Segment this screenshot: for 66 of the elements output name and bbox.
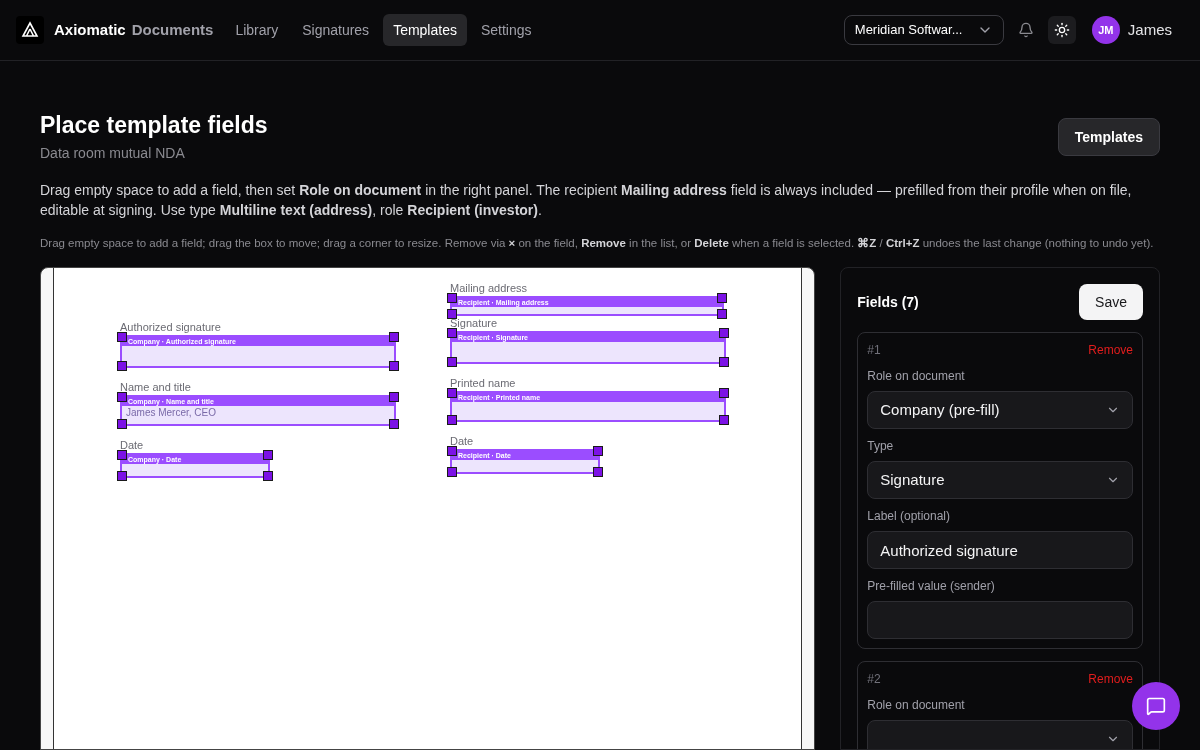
select-field[interactable]: Company (pre-fill) bbox=[867, 391, 1133, 429]
nav-tab[interactable]: Settings bbox=[470, 14, 542, 46]
hint-text: Drag empty space to add a field; drag the box to move; drag a corner to resize. Remove via × on the field, Remove in the list, or Delete when a field is selected. ⌘Z / Ctrl+Z undoes the last change (nothing to undo yet). bbox=[40, 236, 1155, 251]
notification-icon[interactable] bbox=[1017, 22, 1034, 38]
input-label: Role on document bbox=[867, 697, 966, 714]
resize-handle[interactable] bbox=[117, 392, 127, 402]
resize-handle[interactable] bbox=[447, 446, 457, 456]
resize-handle[interactable] bbox=[117, 419, 127, 429]
chat-button[interactable] bbox=[1132, 682, 1180, 730]
field-caption: Printed name bbox=[450, 376, 517, 390]
resize-handle[interactable] bbox=[719, 415, 729, 425]
resize-handle[interactable] bbox=[719, 388, 729, 398]
resize-handle[interactable] bbox=[447, 388, 457, 398]
chat-icon bbox=[1146, 696, 1166, 716]
brand-suffix: Documents bbox=[131, 19, 214, 40]
remove-link[interactable]: Remove bbox=[1088, 670, 1133, 688]
brand-name: Axiomatic bbox=[54, 19, 126, 40]
logo-icon bbox=[16, 16, 44, 44]
resize-handle[interactable] bbox=[447, 415, 457, 425]
field-number: #2 bbox=[867, 671, 881, 688]
select-field[interactable]: Signature bbox=[867, 461, 1133, 499]
resize-handle[interactable] bbox=[389, 392, 399, 402]
instructions-text: Drag empty space to add a field, then set Role on document in the right panel. The recipient Mailing address field is always included — prefilled from their profile when on file, editable at signing. Use type Multiline text (address), role Recipient (investor). bbox=[40, 181, 1133, 220]
organization-dropdown[interactable]: Meridian Softwar... bbox=[843, 15, 1004, 45]
save-button[interactable]: Save bbox=[1079, 284, 1143, 320]
field-number: #1 bbox=[867, 342, 881, 359]
input-label: Type bbox=[867, 438, 895, 455]
resize-handle[interactable] bbox=[389, 419, 399, 429]
resize-handle[interactable] bbox=[117, 450, 127, 460]
input-field[interactable]: Authorized signature bbox=[867, 531, 1133, 569]
page-subtitle: Data room mutual NDA bbox=[40, 144, 186, 163]
resize-handle[interactable] bbox=[447, 357, 457, 367]
select-field[interactable] bbox=[867, 720, 1133, 749]
resize-handle[interactable] bbox=[389, 361, 399, 371]
theme-toggle[interactable] bbox=[1047, 16, 1076, 44]
field-value: James Mercer, CEO bbox=[125, 406, 218, 419]
user-avatar[interactable]: JM bbox=[1091, 16, 1120, 44]
field-caption: Signature bbox=[450, 316, 499, 330]
field-caption: Date bbox=[450, 434, 475, 448]
resize-handle[interactable] bbox=[593, 467, 603, 477]
input-label: Label (optional) bbox=[867, 508, 951, 525]
templates-button[interactable]: Templates bbox=[1057, 118, 1160, 156]
input-label: Role on document bbox=[867, 368, 966, 385]
remove-link[interactable]: Remove bbox=[1088, 341, 1133, 359]
resize-handle[interactable] bbox=[263, 471, 273, 481]
nav-tab[interactable]: Signatures bbox=[292, 14, 380, 46]
field-caption: Date bbox=[120, 438, 145, 452]
page-title: Place template fields bbox=[40, 111, 268, 139]
panel-title: Fields (7) bbox=[857, 292, 919, 312]
field-caption: Authorized signature bbox=[120, 320, 222, 334]
input-label: Pre-filled value (sender) bbox=[867, 578, 996, 595]
nav-tab[interactable]: Templates bbox=[383, 14, 467, 46]
sun-icon bbox=[1053, 22, 1070, 38]
resize-handle[interactable] bbox=[593, 446, 603, 456]
field-caption: Name and title bbox=[120, 380, 192, 394]
nav-tab[interactable]: Library bbox=[225, 14, 289, 46]
resize-handle[interactable] bbox=[389, 332, 399, 342]
resize-handle[interactable] bbox=[263, 450, 273, 460]
user-name: James bbox=[1127, 19, 1172, 40]
resize-handle[interactable] bbox=[117, 471, 127, 481]
resize-handle[interactable] bbox=[117, 332, 127, 342]
resize-handle[interactable] bbox=[719, 357, 729, 367]
resize-handle[interactable] bbox=[117, 361, 127, 371]
resize-handle[interactable] bbox=[447, 467, 457, 477]
field-caption: Mailing address bbox=[450, 281, 529, 295]
input-field[interactable] bbox=[867, 601, 1133, 639]
